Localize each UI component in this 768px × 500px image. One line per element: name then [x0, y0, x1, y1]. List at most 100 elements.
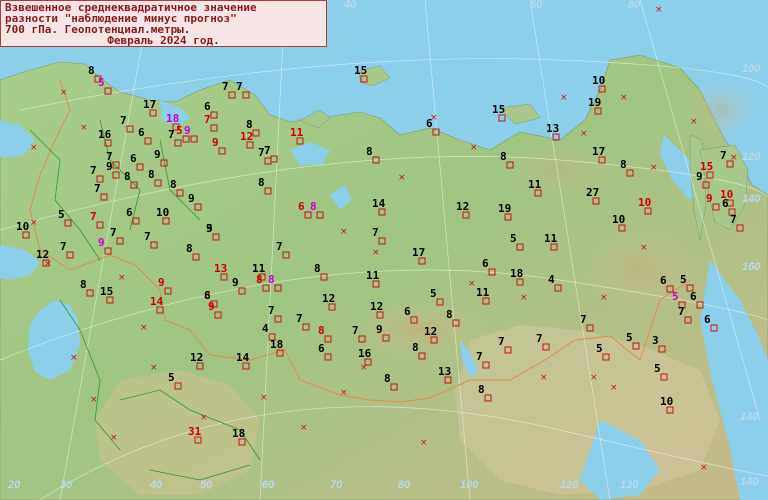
station-value: 5 — [206, 222, 213, 235]
station-value: 10 — [156, 206, 169, 219]
station-value: 11 — [290, 126, 304, 139]
grid-label: 130 — [620, 479, 639, 491]
station-no-data-icon: × — [420, 438, 428, 448]
grid-label: 80 — [398, 479, 411, 491]
station-value: 17 — [143, 98, 156, 111]
station-value: 8 — [88, 64, 95, 77]
station-value: 6 — [690, 290, 697, 303]
station-value: 19 — [588, 96, 601, 109]
station-no-data-icon: × — [360, 363, 368, 373]
station-value: 10 — [638, 196, 651, 209]
station-value: 9 — [696, 170, 703, 183]
station-no-data-icon: × — [398, 173, 406, 183]
station-value: 31 — [188, 425, 202, 438]
station-no-data-icon: × — [340, 388, 348, 398]
station-value: 7 — [580, 313, 587, 326]
station-value: 8 — [384, 372, 391, 385]
station-value: 12 — [36, 248, 49, 261]
station-value: 8 — [124, 170, 131, 183]
station-value: 4 — [548, 273, 555, 286]
station-value: 12 — [424, 325, 437, 338]
station-value: 3 — [652, 334, 659, 347]
station-value: 11 — [476, 286, 490, 299]
station-value: 13 — [214, 262, 227, 275]
station-value: 6 — [704, 313, 711, 326]
station-value: 5 — [176, 124, 183, 137]
station-value: 8 — [500, 150, 507, 163]
station-value: 5 — [626, 331, 633, 344]
station-value: 9 — [208, 300, 215, 313]
station-value: 9 — [188, 192, 195, 205]
station-value: 8 — [412, 341, 419, 354]
station-value: 6 — [298, 200, 305, 213]
station-value: 7 — [730, 213, 737, 226]
station-value: 8 — [620, 158, 627, 171]
grid-label: 100 — [742, 63, 761, 75]
station-value: 7 — [296, 312, 303, 325]
station-value: 8 — [318, 324, 325, 337]
grid-label: 40 — [343, 0, 357, 11]
station-value: 8 — [446, 308, 453, 321]
station-value: 12 — [370, 300, 383, 313]
grid-label: 100 — [460, 479, 479, 491]
station-value: 7 — [720, 149, 727, 162]
station-no-data-icon: × — [150, 363, 158, 373]
station-value: 17 — [412, 246, 425, 259]
station-value: 7 — [222, 80, 229, 93]
station-value: 11 — [544, 232, 558, 245]
station-no-data-icon: × — [700, 463, 708, 473]
grid-label: 140 — [740, 411, 759, 423]
station-value: 8 — [478, 383, 485, 396]
station-value: 6 — [204, 100, 211, 113]
station-value: 7 — [94, 182, 101, 195]
station-value: 7 — [372, 226, 379, 239]
station-no-data-icon: × — [30, 218, 38, 228]
grid-label: 40 — [149, 479, 163, 491]
station-value: 11 — [528, 178, 542, 191]
station-value: 8 — [186, 242, 193, 255]
station-value: 11 — [366, 269, 380, 282]
station-no-data-icon: × — [30, 143, 38, 153]
station-value: 5 — [168, 371, 175, 384]
station-value: 8 — [80, 278, 87, 291]
station-no-data-icon: × — [600, 293, 608, 303]
station-value: 6 — [130, 152, 137, 165]
grid-label: 140 — [740, 476, 759, 488]
station-value: 13 — [546, 122, 559, 135]
forecast-error-map: 40 60 80 100 120 140 160 140 140 20 30 40 50 60 70 80 10… — [0, 0, 768, 500]
station-no-data-icon: × — [540, 373, 548, 383]
station-no-data-icon: × — [118, 273, 126, 283]
station-no-data-icon: × — [200, 413, 208, 423]
station-value: 10 — [660, 395, 673, 408]
station-value: 7 — [120, 114, 127, 127]
grid-label: 60 — [530, 0, 543, 11]
station-value: 12 — [190, 351, 203, 364]
station-value: 27 — [586, 186, 599, 199]
station-no-data-icon: × — [690, 117, 698, 127]
station-value: 15 — [100, 285, 113, 298]
station-no-data-icon: × — [640, 243, 648, 253]
station-value: 8 — [366, 145, 373, 158]
title-line-4: Февраль 2024 год. — [107, 34, 220, 47]
station-no-data-icon: × — [90, 395, 98, 405]
station-value: 17 — [592, 145, 605, 158]
station-value: 18 — [510, 267, 523, 280]
grid-label: 20 — [7, 479, 21, 491]
station-no-data-icon: × — [650, 163, 658, 173]
station-value: 5 — [430, 287, 437, 300]
grid-label: 140 — [742, 193, 761, 205]
station-value: 5 — [672, 290, 679, 303]
station-no-data-icon: × — [580, 129, 588, 139]
station-no-data-icon: × — [80, 123, 88, 133]
station-value: 10 — [16, 220, 29, 233]
station-value: 15 — [492, 103, 505, 116]
station-value: 8 — [148, 168, 155, 181]
station-no-data-icon: × — [70, 353, 78, 363]
station-value: 19 — [498, 202, 511, 215]
grid-label: 50 — [200, 479, 213, 491]
station-no-data-icon: × — [520, 293, 528, 303]
station-value: 6 — [126, 206, 133, 219]
grid-label: 120 — [742, 151, 761, 163]
station-no-data-icon: × — [340, 227, 348, 237]
station-value: 9 — [232, 276, 239, 289]
